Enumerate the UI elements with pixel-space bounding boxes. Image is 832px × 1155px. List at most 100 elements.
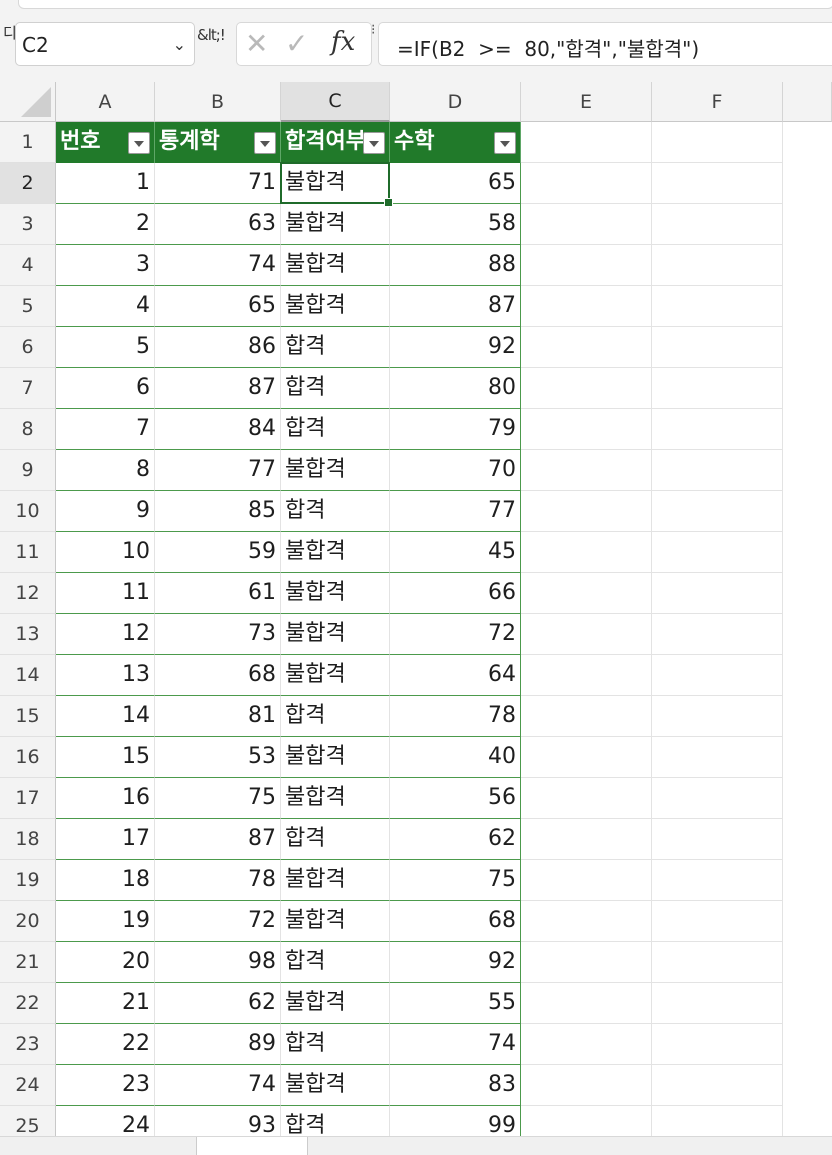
table-cell[interactable]: 87	[155, 819, 281, 860]
row-header-1[interactable]: 1	[0, 122, 56, 163]
table-cell[interactable]: 55	[390, 983, 521, 1024]
empty-cell[interactable]	[652, 163, 783, 204]
table-cell[interactable]: 불합격	[281, 204, 390, 245]
table-cell[interactable]: 불합격	[281, 860, 390, 901]
cancel-icon[interactable]: ✕	[245, 27, 268, 60]
check-icon[interactable]: ✓	[285, 27, 308, 60]
table-cell[interactable]: 83	[390, 1065, 521, 1106]
table-cell[interactable]: 4	[56, 286, 155, 327]
table-cell[interactable]: 21	[56, 983, 155, 1024]
table-cell[interactable]: 2	[56, 204, 155, 245]
table-cell[interactable]: 71	[155, 163, 281, 204]
empty-cell[interactable]	[652, 409, 783, 450]
table-cell[interactable]: 72	[155, 901, 281, 942]
table-cell[interactable]: 19	[56, 901, 155, 942]
column-header-e[interactable]: E	[521, 82, 652, 122]
table-cell[interactable]: 89	[155, 1024, 281, 1065]
table-cell[interactable]: 8	[56, 450, 155, 491]
table-cell[interactable]: 77	[155, 450, 281, 491]
select-all-corner[interactable]	[0, 82, 56, 122]
empty-cell[interactable]	[652, 860, 783, 901]
column-header-f[interactable]: F	[652, 82, 783, 122]
empty-cell[interactable]	[652, 573, 783, 614]
column-header-c[interactable]: C	[281, 82, 390, 122]
row-header-21[interactable]: 21	[0, 942, 56, 983]
empty-cell[interactable]	[652, 1065, 783, 1106]
row-header-20[interactable]: 20	[0, 901, 56, 942]
empty-cell[interactable]	[652, 532, 783, 573]
row-header-23[interactable]: 23	[0, 1024, 56, 1065]
filter-dropdown-icon[interactable]	[254, 132, 276, 154]
row-header-18[interactable]: 18	[0, 819, 56, 860]
table-cell[interactable]: 5	[56, 327, 155, 368]
table-header-cell[interactable]: 번호	[56, 122, 155, 163]
table-header-cell[interactable]: 합격여부	[281, 122, 390, 163]
table-cell[interactable]: 23	[56, 1065, 155, 1106]
table-cell[interactable]: 합격	[281, 696, 390, 737]
table-cell[interactable]: 74	[155, 1065, 281, 1106]
empty-cell[interactable]	[521, 122, 652, 163]
empty-cell[interactable]	[652, 778, 783, 819]
table-cell[interactable]: 합격	[281, 942, 390, 983]
row-header-13[interactable]: 13	[0, 614, 56, 655]
table-cell[interactable]: 불합격	[281, 983, 390, 1024]
table-cell[interactable]: 합격	[281, 368, 390, 409]
table-cell[interactable]: 불합격	[281, 163, 390, 204]
table-cell[interactable]: 6	[56, 368, 155, 409]
filter-dropdown-icon[interactable]	[363, 132, 385, 154]
empty-cell[interactable]	[652, 942, 783, 983]
table-cell[interactable]: 62	[155, 983, 281, 1024]
row-header-14[interactable]: 14	[0, 655, 56, 696]
empty-cell[interactable]	[521, 819, 652, 860]
empty-cell[interactable]	[521, 983, 652, 1024]
empty-cell[interactable]	[521, 368, 652, 409]
empty-cell[interactable]	[521, 409, 652, 450]
row-header-2[interactable]: 2	[0, 163, 56, 204]
row-header-11[interactable]: 11	[0, 532, 56, 573]
table-cell[interactable]: 92	[390, 327, 521, 368]
row-header-6[interactable]: 6	[0, 327, 56, 368]
table-cell[interactable]: 불합격	[281, 573, 390, 614]
row-header-17[interactable]: 17	[0, 778, 56, 819]
table-cell[interactable]: 73	[155, 614, 281, 655]
table-cell[interactable]: 불합격	[281, 778, 390, 819]
empty-cell[interactable]	[521, 696, 652, 737]
empty-cell[interactable]	[652, 737, 783, 778]
empty-cell[interactable]	[652, 204, 783, 245]
table-cell[interactable]: 65	[155, 286, 281, 327]
table-cell[interactable]: 74	[390, 1024, 521, 1065]
table-cell[interactable]: 86	[155, 327, 281, 368]
table-cell[interactable]: 53	[155, 737, 281, 778]
table-cell[interactable]: 45	[390, 532, 521, 573]
table-cell[interactable]: 64	[390, 655, 521, 696]
table-cell[interactable]: 15	[56, 737, 155, 778]
name-box[interactable]: C2 ⌄	[15, 22, 195, 66]
table-cell[interactable]: 80	[390, 368, 521, 409]
formula-bar[interactable]: =IF(B2 >= 80,"합격","불합격")	[378, 22, 832, 66]
empty-cell[interactable]	[652, 327, 783, 368]
column-header-b[interactable]: B	[155, 82, 281, 122]
column-header-d[interactable]: D	[390, 82, 521, 122]
empty-cell[interactable]	[652, 245, 783, 286]
row-header-7[interactable]: 7	[0, 368, 56, 409]
table-cell[interactable]: 87	[390, 286, 521, 327]
empty-cell[interactable]	[521, 942, 652, 983]
empty-cell[interactable]	[652, 368, 783, 409]
empty-cell[interactable]	[521, 450, 652, 491]
table-cell[interactable]: 14	[56, 696, 155, 737]
table-cell[interactable]: 불합격	[281, 655, 390, 696]
table-cell[interactable]: 78	[390, 696, 521, 737]
empty-cell[interactable]	[652, 614, 783, 655]
table-cell[interactable]: 합격	[281, 491, 390, 532]
table-cell[interactable]: 85	[155, 491, 281, 532]
empty-cell[interactable]	[652, 1024, 783, 1065]
empty-cell[interactable]	[652, 450, 783, 491]
table-cell[interactable]: 87	[155, 368, 281, 409]
sheet-tab[interactable]	[196, 1137, 308, 1155]
empty-cell[interactable]	[521, 163, 652, 204]
table-cell[interactable]: 18	[56, 860, 155, 901]
table-cell[interactable]: 62	[390, 819, 521, 860]
table-cell[interactable]: 합격	[281, 819, 390, 860]
empty-cell[interactable]	[521, 573, 652, 614]
table-cell[interactable]: 불합격	[281, 1065, 390, 1106]
